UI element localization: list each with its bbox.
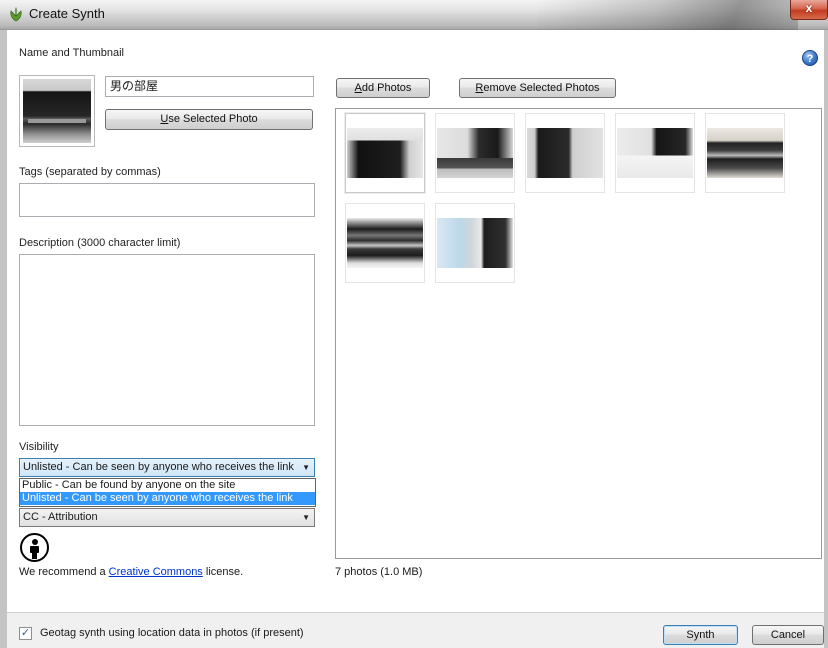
description-input[interactable] — [19, 254, 315, 426]
close-icon: x — [805, 1, 813, 15]
window-title: Create Synth — [29, 6, 105, 21]
help-icon[interactable]: ? — [802, 50, 818, 66]
title-bar[interactable] — [0, 0, 828, 30]
geotag-checkbox[interactable]: ✓ — [19, 627, 32, 640]
description-label: Description (3000 character limit) — [19, 237, 181, 249]
geotag-label: Geotag synth using location data in phot… — [40, 627, 304, 639]
synth-name-input[interactable]: 男の部屋 — [105, 76, 314, 97]
recommend-prefix: We recommend a — [19, 566, 109, 578]
tags-label: Tags (separated by commas) — [19, 166, 161, 178]
tags-input[interactable] — [19, 183, 315, 217]
photo-thumbnail[interactable] — [615, 113, 695, 193]
photo-count: 7 photos (1.0 MB) — [335, 566, 423, 578]
visibility-option-public[interactable]: Public - Can be found by anyone on the s… — [20, 479, 315, 492]
photo-thumbnail[interactable] — [525, 113, 605, 193]
add-photos-button[interactable]: Add Photos — [336, 78, 430, 98]
license-select[interactable]: CC - Attribution ▼ — [19, 508, 315, 527]
visibility-label: Visibility — [19, 441, 59, 453]
recommend-suffix: license. — [202, 566, 244, 578]
creative-commons-link[interactable]: Creative Commons — [109, 566, 203, 578]
remove-selected-photos-button[interactable]: Remove Selected Photos — [459, 78, 616, 98]
visibility-selected-value: Unlisted - Can be seen by anyone who rec… — [23, 461, 294, 473]
visibility-option-unlisted[interactable]: Unlisted - Can be seen by anyone who rec… — [20, 492, 315, 505]
thumbnail-image — [23, 79, 91, 143]
visibility-select[interactable]: Unlisted - Can be seen by anyone who rec… — [19, 458, 315, 477]
cancel-button[interactable]: Cancel — [752, 625, 824, 645]
photo-thumbnail[interactable] — [435, 203, 515, 283]
photo-thumbnail[interactable] — [435, 113, 515, 193]
close-button[interactable]: x — [790, 0, 828, 20]
chevron-down-icon: ▼ — [302, 513, 310, 522]
remove-photos-label: emove Selected Photos — [483, 82, 600, 94]
synth-leaf-icon — [10, 7, 22, 22]
chevron-down-icon: ▼ — [302, 463, 310, 472]
synth-button[interactable]: Synth — [663, 625, 738, 645]
add-photos-mnemonic: A — [354, 82, 362, 94]
photo-thumbnail[interactable] — [705, 113, 785, 193]
license-selected-value: CC - Attribution — [23, 511, 98, 523]
use-selected-photo-label: se Selected Photo — [168, 113, 258, 125]
cc-attribution-icon — [20, 533, 49, 562]
photo-thumbnail[interactable] — [345, 203, 425, 283]
synth-thumbnail — [19, 75, 95, 147]
add-photos-label: dd Photos — [361, 82, 412, 94]
name-thumbnail-label: Name and Thumbnail — [19, 47, 124, 59]
license-recommendation: We recommend a Creative Commons license. — [19, 566, 243, 578]
photo-thumbnail[interactable] — [345, 113, 425, 193]
use-selected-photo-button[interactable]: Use Selected Photo — [105, 109, 313, 130]
visibility-dropdown-list: Public - Can be found by anyone on the s… — [19, 478, 316, 507]
